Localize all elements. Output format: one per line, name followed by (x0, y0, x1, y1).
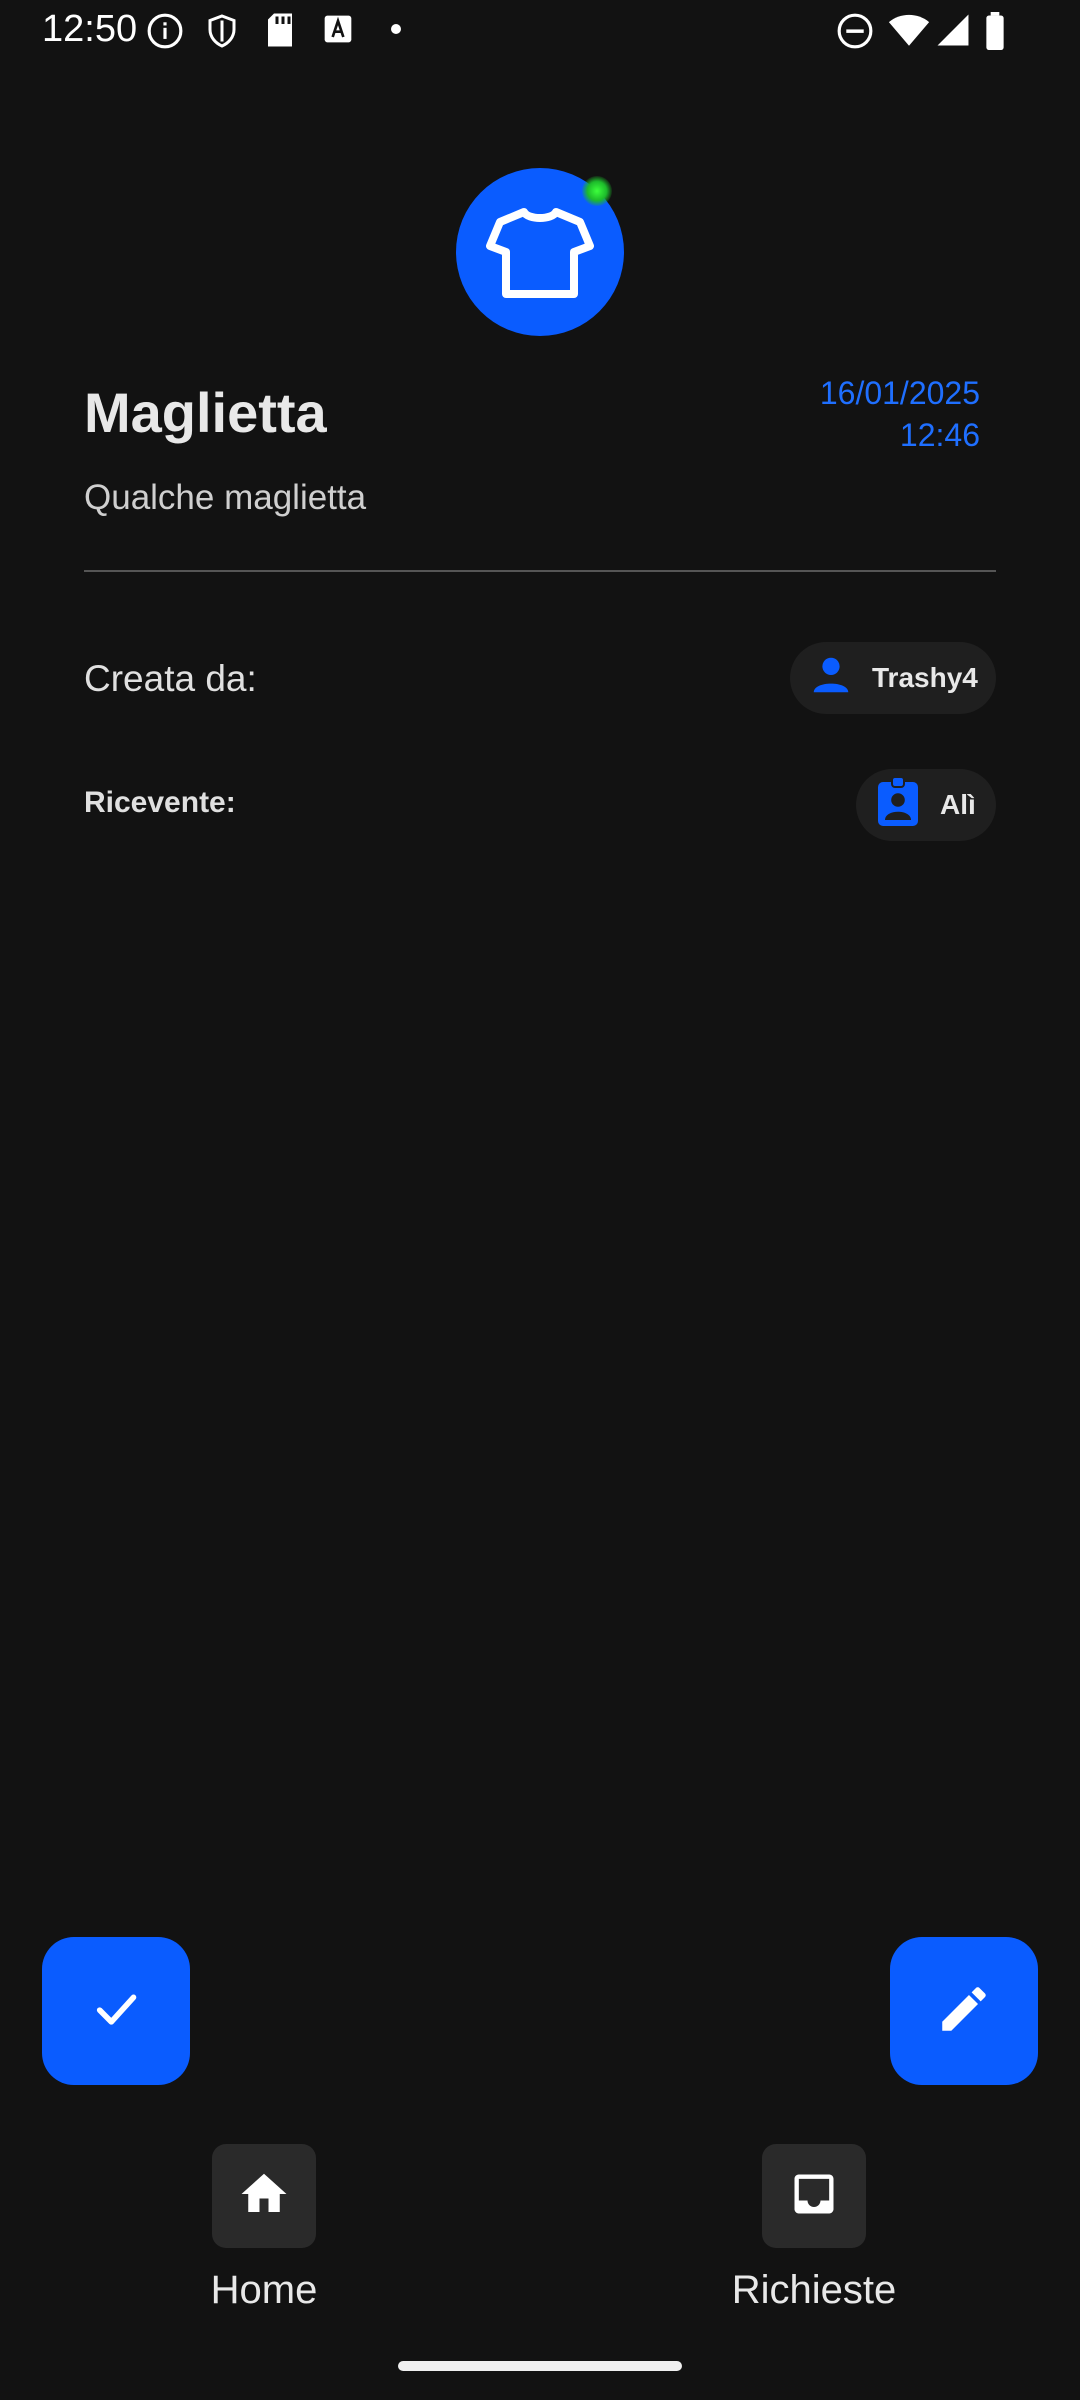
wifi-icon (888, 12, 930, 53)
home-icon (237, 2167, 291, 2226)
item-avatar (456, 168, 624, 336)
nav-requests-indicator (762, 2144, 866, 2248)
nav-home-indicator (212, 2144, 316, 2248)
status-bar: 12:50 (0, 0, 1080, 62)
item-date-time: 12:46 (899, 417, 980, 453)
receiver-label: Ricevente: (84, 786, 236, 819)
receiver-chip[interactable]: Alì (856, 769, 996, 841)
bottom-navigation: Home Richieste (0, 2130, 1080, 2330)
nav-requests-label: Richieste (731, 2268, 897, 2312)
item-date: 16/01/2025 12:46 (720, 372, 980, 456)
nav-home-label: Home (210, 2268, 318, 2312)
signal-icon (936, 12, 970, 53)
edit-icon (935, 1980, 993, 2043)
online-indicator (582, 176, 612, 206)
creator-label: Creata da: (84, 658, 257, 699)
creator-name: Trashy4 (872, 662, 978, 693)
creator-chip[interactable]: Trashy4 (790, 642, 996, 714)
item-description: Qualche maglietta (84, 478, 367, 517)
status-time: 12:50 (42, 8, 138, 50)
nav-requests[interactable]: Richieste (694, 2144, 934, 2313)
item-title: Maglietta (84, 381, 327, 444)
sd-card-icon (264, 12, 296, 53)
nav-home[interactable]: Home (144, 2144, 384, 2313)
shield-icon (204, 12, 240, 55)
dnd-icon (836, 12, 874, 55)
font-icon (322, 12, 354, 51)
item-date-day: 16/01/2025 (819, 375, 980, 411)
check-icon (88, 1981, 144, 2042)
confirm-button[interactable] (42, 1937, 190, 2085)
gesture-bar[interactable] (398, 2361, 682, 2371)
edit-button[interactable] (890, 1937, 1038, 2085)
divider (84, 570, 996, 572)
badge-icon (874, 775, 922, 835)
dot-icon (390, 22, 402, 40)
inbox-icon (788, 2168, 840, 2225)
info-icon (146, 12, 184, 55)
receiver-name: Alì (940, 789, 976, 820)
person-icon (808, 652, 854, 705)
battery-icon (984, 12, 1006, 55)
